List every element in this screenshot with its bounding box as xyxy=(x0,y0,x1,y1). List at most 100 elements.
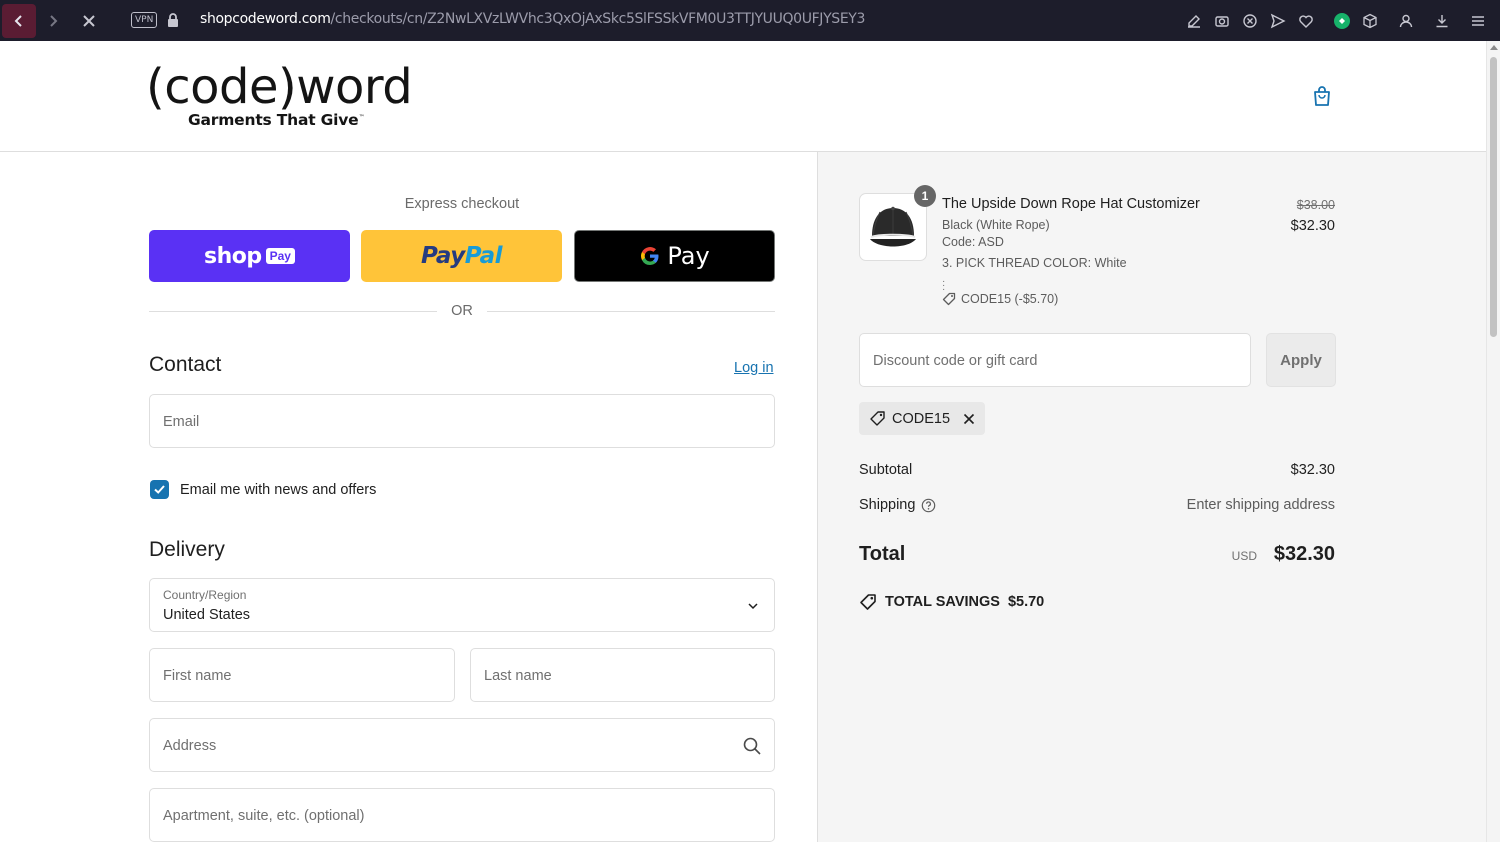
edit-icon[interactable] xyxy=(1180,7,1208,35)
shop-pay-badge: Pay xyxy=(265,248,295,264)
item-discount: CODE15 (-$5.70) xyxy=(942,292,1058,306)
email-field[interactable]: Email xyxy=(149,394,775,448)
or-divider-label: OR xyxy=(451,303,473,319)
contact-heading: Contact xyxy=(149,353,222,376)
stop-loading-button[interactable] xyxy=(72,4,106,38)
browser-toolbar: VPN shopcodeword.com/checkouts/cn/Z2NwLX… xyxy=(0,0,1500,41)
item-discount-text: CODE15 (-$5.70) xyxy=(961,292,1059,306)
checkmark-icon xyxy=(154,485,165,494)
paypal-wordmark-pay: Pay xyxy=(421,243,465,269)
country-select[interactable]: Country/Region United States xyxy=(149,578,775,632)
product-title: The Upside Down Rope Hat Customizer xyxy=(942,196,1200,212)
product-thumbnail: 1 xyxy=(859,185,936,261)
lock-icon[interactable] xyxy=(166,12,180,28)
shipping-row: Shipping xyxy=(859,497,936,513)
forward-button[interactable] xyxy=(36,4,70,38)
send-icon[interactable] xyxy=(1264,7,1292,35)
hat-image xyxy=(870,206,916,247)
discount-code-input[interactable]: Discount code or gift card xyxy=(859,333,1251,387)
compare-at-price: $38.00 xyxy=(1296,198,1335,212)
subtotal-label: Subtotal xyxy=(859,462,913,478)
help-icon[interactable] xyxy=(921,498,936,513)
tag-icon xyxy=(942,292,956,306)
shopping-bag-icon[interactable] xyxy=(1310,84,1334,108)
apartment-placeholder: Apartment, suite, etc. (optional) xyxy=(163,808,365,824)
quantity-badge: 1 xyxy=(914,185,936,207)
newsletter-checkbox[interactable] xyxy=(150,480,169,499)
logo-tagline: Garments That Give™ xyxy=(188,111,364,129)
tag-icon xyxy=(860,594,876,610)
scroll-up-arrow-icon[interactable] xyxy=(1490,45,1498,50)
trademark-mark: ™ xyxy=(358,113,365,121)
chevron-down-icon xyxy=(748,603,758,610)
product-variant: Black (White Rope) xyxy=(942,218,1050,232)
url-path: /checkouts/cn/Z2NwLXVzLWVhc3QxOjAxSkc5Sl… xyxy=(330,11,866,27)
applied-discount-code: CODE15 xyxy=(892,410,951,427)
shop-pay-wordmark: shop xyxy=(204,243,262,269)
product-thread-option: 3. PICK THREAD COLOR: White xyxy=(942,256,1127,270)
apply-discount-button[interactable]: Apply xyxy=(1266,333,1336,387)
paypal-wordmark: PayPal xyxy=(421,243,503,269)
address-bar[interactable]: shopcodeword.com/checkouts/cn/Z2NwLXVzLW… xyxy=(200,11,865,27)
logo-tagline-text: Garments That Give xyxy=(188,111,359,129)
last-name-placeholder: Last name xyxy=(484,668,552,684)
logo-wordmark: (code)word xyxy=(146,59,413,115)
email-placeholder: Email xyxy=(163,414,200,430)
newsletter-label[interactable]: Email me with news and offers xyxy=(180,482,376,498)
download-icon[interactable] xyxy=(1428,7,1456,35)
discount-placeholder: Discount code or gift card xyxy=(873,353,1038,369)
address-field[interactable]: Address xyxy=(149,718,775,772)
search-icon[interactable] xyxy=(742,736,762,756)
browser-actions xyxy=(1180,0,1492,41)
more-options-icon[interactable]: · · · xyxy=(942,277,945,295)
item-price: $32.30 xyxy=(1290,218,1335,234)
total-savings: TOTAL SAVINGS $5.70 xyxy=(859,593,1044,611)
total-currency: USD xyxy=(1231,549,1257,563)
chevron-right-icon xyxy=(50,15,58,27)
product-code: Code: ASD xyxy=(942,235,1004,249)
url-host: shopcodeword.com xyxy=(200,11,331,27)
savings-label: TOTAL SAVINGS xyxy=(885,594,1000,610)
back-button[interactable] xyxy=(2,4,36,38)
country-label: Country/Region xyxy=(163,588,247,602)
last-name-field[interactable]: Last name xyxy=(470,648,775,702)
vpn-badge[interactable]: VPN xyxy=(131,12,158,28)
log-in-link[interactable]: Log in xyxy=(734,360,774,376)
checkout-form: Express checkout shop Pay PayPal Pay OR … xyxy=(0,152,817,842)
google-g-icon xyxy=(641,247,659,265)
profile-icon[interactable] xyxy=(1392,7,1420,35)
total-label: Total xyxy=(859,543,906,565)
chevron-left-icon xyxy=(14,15,22,27)
paypal-wordmark-pal: Pal xyxy=(464,243,503,269)
divider-left xyxy=(149,311,437,312)
site-header: (code)word Garments That Give™ xyxy=(0,41,1486,152)
menu-icon[interactable] xyxy=(1464,7,1492,35)
camera-icon[interactable] xyxy=(1208,7,1236,35)
subtotal-value: $32.30 xyxy=(1290,462,1335,478)
page-scrollbar[interactable] xyxy=(1486,41,1500,842)
cube-icon[interactable] xyxy=(1356,7,1384,35)
close-icon xyxy=(83,15,95,27)
remove-discount-icon[interactable] xyxy=(962,412,976,426)
heart-icon[interactable] xyxy=(1292,7,1320,35)
apartment-field[interactable]: Apartment, suite, etc. (optional) xyxy=(149,788,775,842)
logo[interactable]: (code)word Garments That Give™ xyxy=(146,59,413,129)
scrollbar-thumb[interactable] xyxy=(1490,57,1497,337)
extension-icon[interactable] xyxy=(1328,7,1356,35)
savings-value: $5.70 xyxy=(1007,594,1045,610)
country-value: United States xyxy=(163,607,251,623)
block-icon[interactable] xyxy=(1236,7,1264,35)
paypal-button[interactable]: PayPal xyxy=(361,230,562,282)
tag-icon xyxy=(870,411,885,426)
address-placeholder: Address xyxy=(163,738,217,754)
delivery-heading: Delivery xyxy=(149,538,225,561)
google-pay-wordmark: Pay xyxy=(667,242,710,270)
shop-pay-button[interactable]: shop Pay xyxy=(149,230,350,282)
first-name-field[interactable]: First name xyxy=(149,648,455,702)
total-value: $32.30 xyxy=(1273,543,1335,565)
applied-discount-chip: CODE15 xyxy=(859,402,986,435)
order-summary: 1 The Upside Down Rope Hat Customizer Bl… xyxy=(817,152,1486,842)
google-pay-button[interactable]: Pay xyxy=(574,230,775,282)
divider-right xyxy=(487,311,775,312)
first-name-placeholder: First name xyxy=(163,668,232,684)
